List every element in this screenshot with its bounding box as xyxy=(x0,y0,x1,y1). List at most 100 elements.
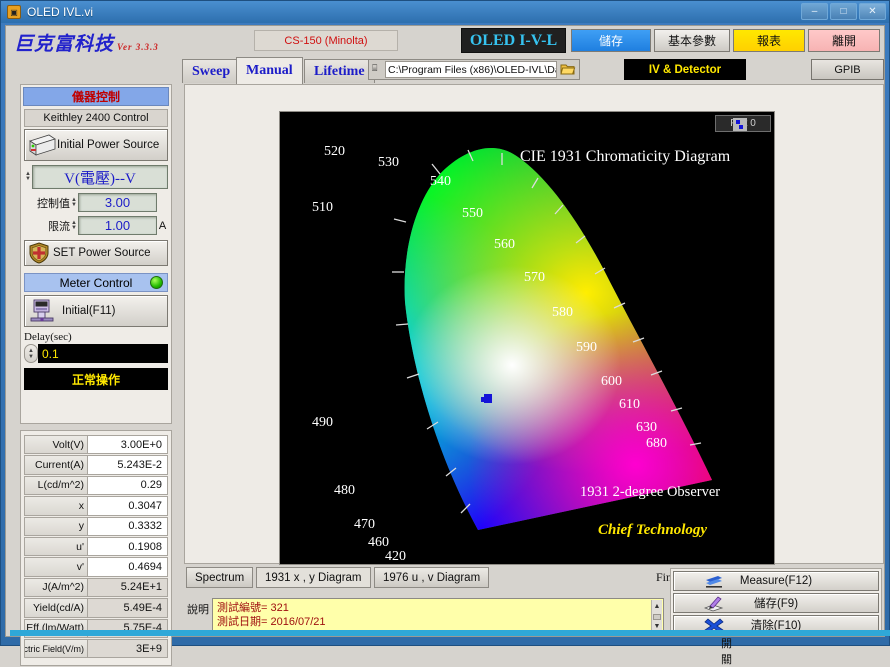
wavelength-label-520: 520 xyxy=(324,144,345,159)
brand-logo: 巨克富科技 Ver 3.3.3 xyxy=(14,29,159,56)
basic-parameters-button[interactable]: 基本參數 xyxy=(654,29,730,52)
save-button[interactable]: 儲存 xyxy=(571,29,651,52)
set-power-source-label: SET Power Source xyxy=(53,247,151,259)
tab-sweep[interactable]: Sweep xyxy=(182,59,241,83)
data-path-input[interactable]: C:\Program Files (x86)\OLED-IVL\Data xyxy=(385,61,557,78)
current-limit-label: 限流 xyxy=(48,220,70,233)
tab-1931-xy-diagram[interactable]: 1931 x , y Diagram xyxy=(256,567,371,588)
initial-power-source-button[interactable]: Initial Power Source xyxy=(24,129,168,161)
initial-f11-button[interactable]: Initial(F11) xyxy=(24,295,168,327)
readout-value[interactable]: 0.1908 xyxy=(88,536,168,557)
note-scrollbar[interactable]: ▲ ▼ xyxy=(651,600,662,634)
status-bar xyxy=(10,630,890,636)
readout-label: x xyxy=(24,496,88,516)
readout-value[interactable]: 0.3047 xyxy=(88,496,168,516)
delay-input[interactable]: 0.1 xyxy=(38,344,168,363)
readout-label: L(cd/m^2) xyxy=(24,475,88,496)
shield-icon xyxy=(29,242,49,264)
scroll-up-arrow[interactable]: ▲ xyxy=(654,600,661,614)
readout-value[interactable]: 0.29 xyxy=(88,475,168,496)
initial-f11-label: Initial(F11) xyxy=(62,305,116,317)
save-f9-button[interactable]: 儲存(F9) xyxy=(673,593,879,613)
brand-name: 巨克富科技 xyxy=(14,34,115,55)
current-limit-unit: A xyxy=(158,219,167,232)
current-limit-input[interactable]: 1.00 xyxy=(78,216,157,235)
labview-vi-icon: ▣ xyxy=(7,5,21,19)
table-row: L(cd/m^2) 0.29 xyxy=(24,475,168,496)
table-row: y 0.3332 xyxy=(24,516,168,536)
control-value-label: 控制值 xyxy=(37,197,70,210)
meter-status-led xyxy=(150,276,163,289)
wavelength-label-600: 600 xyxy=(601,374,622,389)
meter-control-label: Meter Control xyxy=(59,275,133,290)
tab-lifetime[interactable]: Lifetime xyxy=(304,59,375,83)
table-row: Volt(V) 3.00E+0 xyxy=(24,435,168,455)
readout-value[interactable]: 3.00E+0 xyxy=(88,435,168,455)
power-supply-icon xyxy=(29,134,56,156)
chart-subtitle: 1931 2-degree Observer xyxy=(580,484,721,500)
readout-value: 5.49E-4 xyxy=(88,598,168,618)
application-window: ▣ OLED IVL.vi – □ ✕ 巨克富科技 Ver 3.3.3 CS-15… xyxy=(0,0,890,666)
gpib-button[interactable]: GPIB xyxy=(811,59,884,80)
operation-status-indicator: 正常操作 xyxy=(24,368,168,390)
readout-value: 3E+9 xyxy=(88,638,168,659)
wavelength-label-550: 550 xyxy=(462,206,483,221)
folder-open-icon[interactable] xyxy=(557,63,579,76)
plot-legend[interactable]: Plot 0 xyxy=(715,115,771,132)
readout-label: y xyxy=(24,516,88,536)
readout-label: J(A/m^2) xyxy=(24,577,88,598)
wavelength-label-490: 490 xyxy=(312,415,333,430)
meter-model-display: CS-150 (Minolta) xyxy=(254,30,398,51)
table-row: u' 0.1908 xyxy=(24,536,168,557)
measure-button-label: Measure(F12) xyxy=(739,575,813,587)
table-row: x 0.3047 xyxy=(24,496,168,516)
tab-manual[interactable]: Manual xyxy=(236,57,303,84)
keithley-control-header: Keithley 2400 Control xyxy=(24,109,168,127)
tab-spectrum[interactable]: Spectrum xyxy=(186,567,254,588)
save-f9-label: 儲存(F9) xyxy=(753,598,799,610)
table-row: Yield(cd/A) 5.49E-4 xyxy=(24,598,168,618)
table-row: Current(A) 5.243E-2 xyxy=(24,455,168,475)
measure-button[interactable]: Measure(F12) xyxy=(673,571,879,591)
wavelength-label-420: 420 xyxy=(385,549,406,564)
save-pen-icon xyxy=(703,596,724,612)
app-header: 巨克富科技 Ver 3.3.3 CS-150 (Minolta) OLED I-V… xyxy=(6,26,884,56)
tab-strip: Sweep Manual Lifetime ⌸ C:\Program Files… xyxy=(182,56,884,84)
title-bar: ▣ OLED IVL.vi – □ ✕ xyxy=(1,1,889,23)
mode-spinner[interactable]: ▲ ▼ xyxy=(24,171,32,182)
minimize-button[interactable]: – xyxy=(801,3,828,20)
table-row: J(A/m^2) 5.24E+1 xyxy=(24,577,168,598)
brand-version: Ver 3.3.3 xyxy=(117,42,159,52)
close-button[interactable]: ✕ xyxy=(859,3,886,20)
wavelength-label-610: 610 xyxy=(619,397,640,412)
wavelength-label-570: 570 xyxy=(524,270,545,285)
readout-label: Current(A) xyxy=(24,455,88,475)
source-mode-select[interactable]: V(電壓)--V xyxy=(32,165,168,189)
action-button-group: Measure(F12) 儲存(F9) 清除(F10) xyxy=(670,568,882,636)
report-button[interactable]: 報表 xyxy=(733,29,805,52)
table-row: Electric Field(V/m) 3E+9 xyxy=(24,638,168,659)
maximize-button[interactable]: □ xyxy=(830,3,857,20)
diagram-tab-strip: Spectrum 1931 x , y Diagram 1976 u , v D… xyxy=(184,566,840,666)
path-ref-icon: ⌸ xyxy=(372,63,378,73)
control-value-input[interactable]: 3.00 xyxy=(78,193,157,212)
exit-button[interactable]: 離開 xyxy=(808,29,880,52)
readout-value[interactable]: 5.243E-2 xyxy=(88,455,168,475)
iv-detector-indicator: IV & Detector xyxy=(624,59,746,80)
readout-value[interactable]: 0.3332 xyxy=(88,516,168,536)
tab-1976-uv-diagram[interactable]: 1976 u , v Diagram xyxy=(374,567,490,588)
wavelength-label-510: 510 xyxy=(312,200,333,215)
wavelength-label-630: 630 xyxy=(636,420,657,435)
chart-watermark: Chief Technology xyxy=(598,522,708,538)
readout-value[interactable]: 0.4694 xyxy=(88,557,168,577)
table-row: v' 0.4694 xyxy=(24,557,168,577)
readout-label: Yield(cd/A) xyxy=(24,598,88,618)
delay-spinner[interactable]: ▲ ▼ xyxy=(24,344,38,363)
set-power-source-button[interactable]: SET Power Source xyxy=(24,240,168,266)
wavelength-label-580: 580 xyxy=(552,305,573,320)
cie-chromaticity-plot[interactable]: 520 530 540 550 560 570 580 590 600 610 … xyxy=(279,111,775,565)
meter-control-header: Meter Control xyxy=(24,273,168,292)
current-limit-spinner[interactable]: ▲ ▼ xyxy=(70,220,78,231)
control-value-spinner[interactable]: ▲ ▼ xyxy=(70,197,78,208)
note-line-2: 測試日期= 2016/07/21 xyxy=(217,616,326,628)
